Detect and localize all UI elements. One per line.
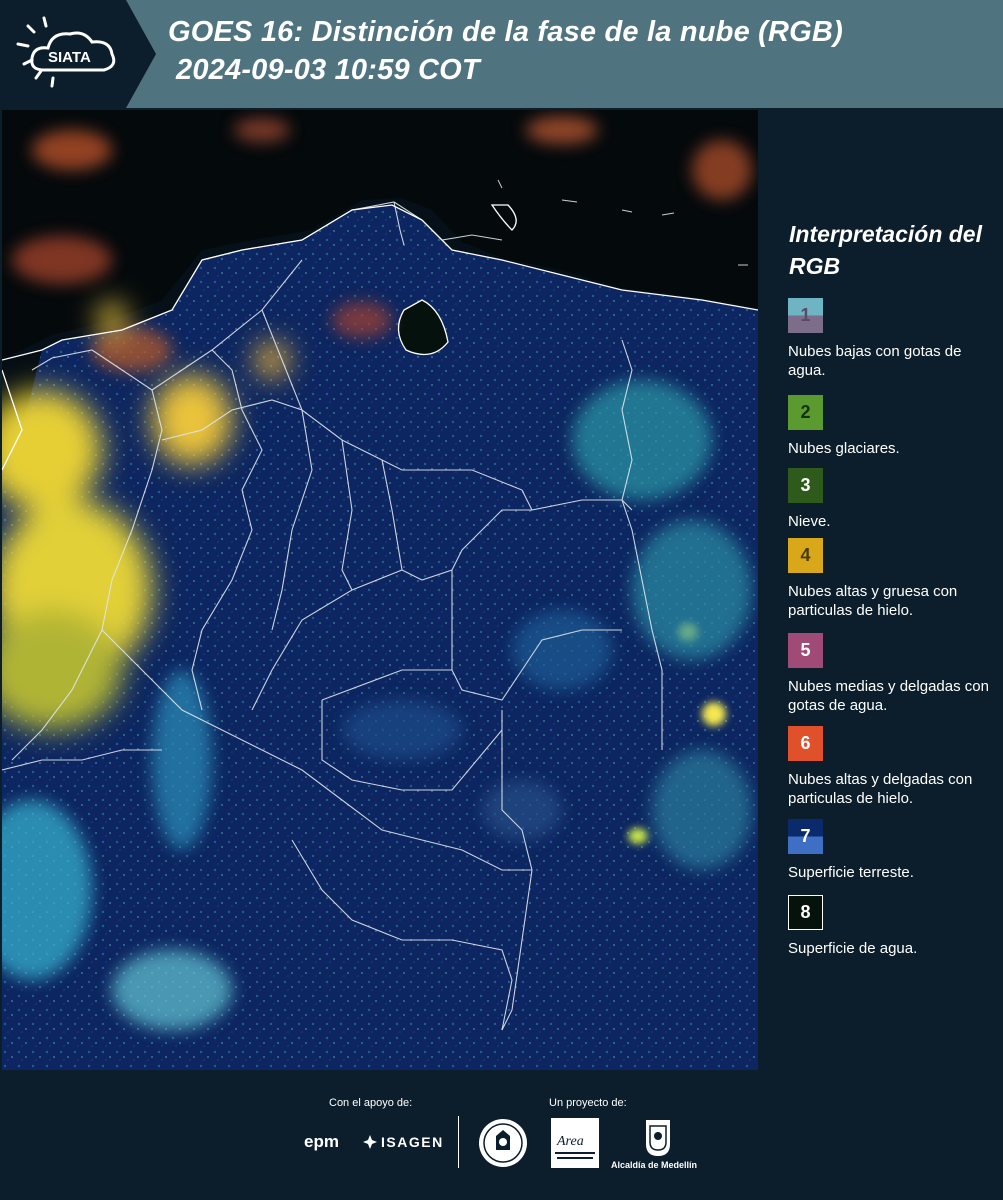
legend-number: 7 [800,826,811,846]
legend-item-7: 7 Superficie terreste. [788,819,1000,882]
legend-label: Nubes altas y delgadas con particulas de… [788,771,973,807]
isagen-logo: ISAGEN [362,1134,444,1150]
legend-number: 6 [800,733,811,753]
legend-label: Nubes altas y gruesa con particulas de h… [788,583,958,619]
legend-label: Nubes glaciares. [788,440,900,457]
satellite-map [2,110,758,1070]
legend-number: 4 [800,545,811,565]
legend-item-6: 6 Nubes altas y delgadas con particulas … [788,726,1000,808]
siata-logo-text: SIATA [48,49,91,66]
legend-number: 1 [800,305,811,325]
legend-label: Nubes medias y delgadas con gotas de agu… [788,678,989,714]
header-bar: SIATA GOES 16: Distinción de la fase de … [0,0,1003,108]
isagen-text: ISAGEN [381,1134,444,1150]
legend-swatch-2: 2 [788,395,823,430]
legend-swatch-6: 6 [788,726,823,761]
footer: Con el apoyo de: Un proyecto de: epm ISA… [0,1070,1003,1200]
legend-number: 5 [800,640,811,660]
legend-swatch-1: 1 [788,298,823,333]
footer-divider [458,1116,459,1168]
page-title: GOES 16: Distinción de la fase de la nub… [168,16,843,48]
legend-swatch-5: 5 [788,633,823,668]
university-seal-icon [479,1119,527,1167]
legend-swatch-3: 3 [788,468,823,503]
area-metropolitana-logo: Area [551,1118,599,1168]
legend-panel: Interpretación del RGB 1 Nubes bajas con… [760,110,1003,1070]
legend-label: Superficie terreste. [788,864,914,881]
legend-label: Nubes bajas con gotas de agua. [788,343,962,379]
legend-label: Superficie de agua. [788,940,918,957]
isagen-icon [363,1135,377,1149]
page: SIATA GOES 16: Distinción de la fase de … [0,0,1003,1200]
epm-logo: epm [304,1132,339,1151]
legend-title: Interpretación del RGB [789,221,982,279]
legend-number: 3 [800,475,811,495]
siata-logo: SIATA [0,0,156,108]
legend-swatch-8: 8 [788,895,823,930]
legend-swatch-7: 7 [788,819,823,854]
legend-item-2: 2 Nubes glaciares. [788,395,1000,458]
alcaldia-medellin-label: Alcaldía de Medellín [611,1160,698,1170]
timestamp: 2024-09-03 10:59 COT [176,54,480,86]
legend-number: 8 [800,902,811,922]
legend-item-8: 8 Superficie de agua. [788,895,1000,958]
legend-item-5: 5 Nubes medias y delgadas con gotas de a… [788,633,1000,715]
legend-item-3: 3 Nieve. [788,468,1000,531]
legend-item-4: 4 Nubes altas y gruesa con particulas de… [788,538,1000,620]
support-label: Con el apoyo de: [329,1097,413,1109]
legend-item-1: 1 Nubes bajas con gotas de agua. [788,298,1000,380]
area-logo-word: Area [556,1134,584,1149]
legend-label: Nieve. [788,513,831,530]
medellin-shield-icon [646,1120,670,1156]
legend-number: 2 [800,402,811,422]
legend-swatch-4: 4 [788,538,823,573]
project-label: Un proyecto de: [549,1097,627,1109]
